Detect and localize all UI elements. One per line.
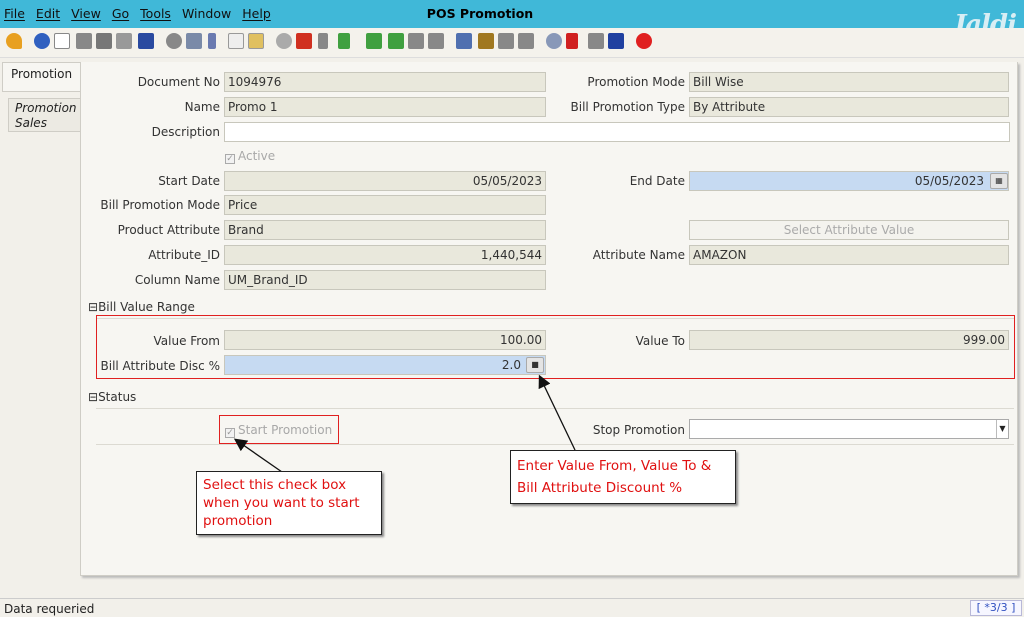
record-counter[interactable]: [ *3/3 ] (970, 600, 1022, 616)
status-bar (0, 598, 1024, 617)
range-note-line1: Enter Value From, Value To & (517, 458, 712, 474)
status-message: Data requeried (4, 602, 95, 616)
annotation-arrows (233, 374, 576, 473)
checkbox-annotation: Select this check box when you want to s… (196, 471, 382, 535)
range-note-line2: Bill Attribute Discount % (517, 480, 683, 496)
range-annotation: Enter Value From, Value To & Bill Attrib… (510, 450, 736, 504)
checkbox-note-line1: Select this check box (203, 477, 347, 493)
checkbox-note-line2: when you want to start (203, 495, 360, 511)
arrow-to-checkbox (233, 438, 283, 473)
arrow-to-disc-field (538, 374, 576, 451)
checkbox-note-line3: promotion (203, 513, 273, 529)
